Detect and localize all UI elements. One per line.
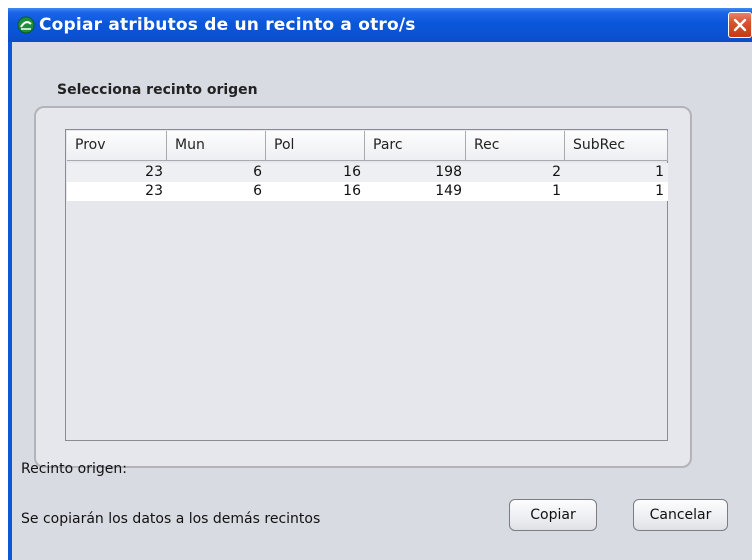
cancel-button[interactable]: Cancelar (633, 499, 728, 531)
table-row[interactable]: 23 6 16 149 1 1 (67, 182, 668, 201)
cell-subrec: 1 (655, 183, 664, 199)
origin-group-panel: Prov Mun Pol Parc Rec SubRec 23 6 16 198… (34, 106, 692, 468)
copy-button[interactable]: Copiar (509, 499, 597, 531)
cell-rec: 2 (552, 164, 561, 180)
cell-subrec: 1 (655, 164, 664, 180)
origin-group-label: Selecciona recinto origen (57, 82, 258, 98)
cell-pol: 16 (343, 164, 361, 180)
close-icon (733, 18, 747, 32)
origin-label: Recinto origen: (21, 461, 127, 477)
column-header-subrec[interactable]: SubRec (565, 131, 668, 161)
origin-table[interactable]: Prov Mun Pol Parc Rec SubRec 23 6 16 198… (65, 129, 668, 441)
cell-parc: 198 (435, 164, 462, 180)
cell-mun: 6 (253, 164, 262, 180)
cell-parc: 149 (435, 183, 462, 199)
cell-pol: 16 (343, 183, 361, 199)
column-header-rec[interactable]: Rec (466, 131, 565, 161)
app-icon (17, 16, 35, 34)
table-header: Prov Mun Pol Parc Rec SubRec (67, 131, 668, 161)
cell-prov: 23 (145, 164, 163, 180)
column-header-parc[interactable]: Parc (365, 131, 466, 161)
column-header-pol[interactable]: Pol (266, 131, 365, 161)
cell-rec: 1 (552, 183, 561, 199)
close-button[interactable] (728, 12, 752, 38)
table-row[interactable]: 23 6 16 198 2 1 (67, 163, 668, 182)
window-title: Copiar atributos de un recinto a otro/s (39, 15, 416, 35)
title-bar[interactable]: Copiar atributos de un recinto a otro/s (8, 8, 752, 42)
info-text: Se copiarán los datos a los demás recint… (21, 511, 321, 527)
dialog-content: Selecciona recinto origen Prov Mun Pol P… (12, 42, 752, 560)
column-header-prov[interactable]: Prov (67, 131, 167, 161)
cell-mun: 6 (253, 183, 262, 199)
dialog-window: Copiar atributos de un recinto a otro/s … (8, 8, 752, 560)
column-header-mun[interactable]: Mun (167, 131, 266, 161)
cell-prov: 23 (145, 183, 163, 199)
